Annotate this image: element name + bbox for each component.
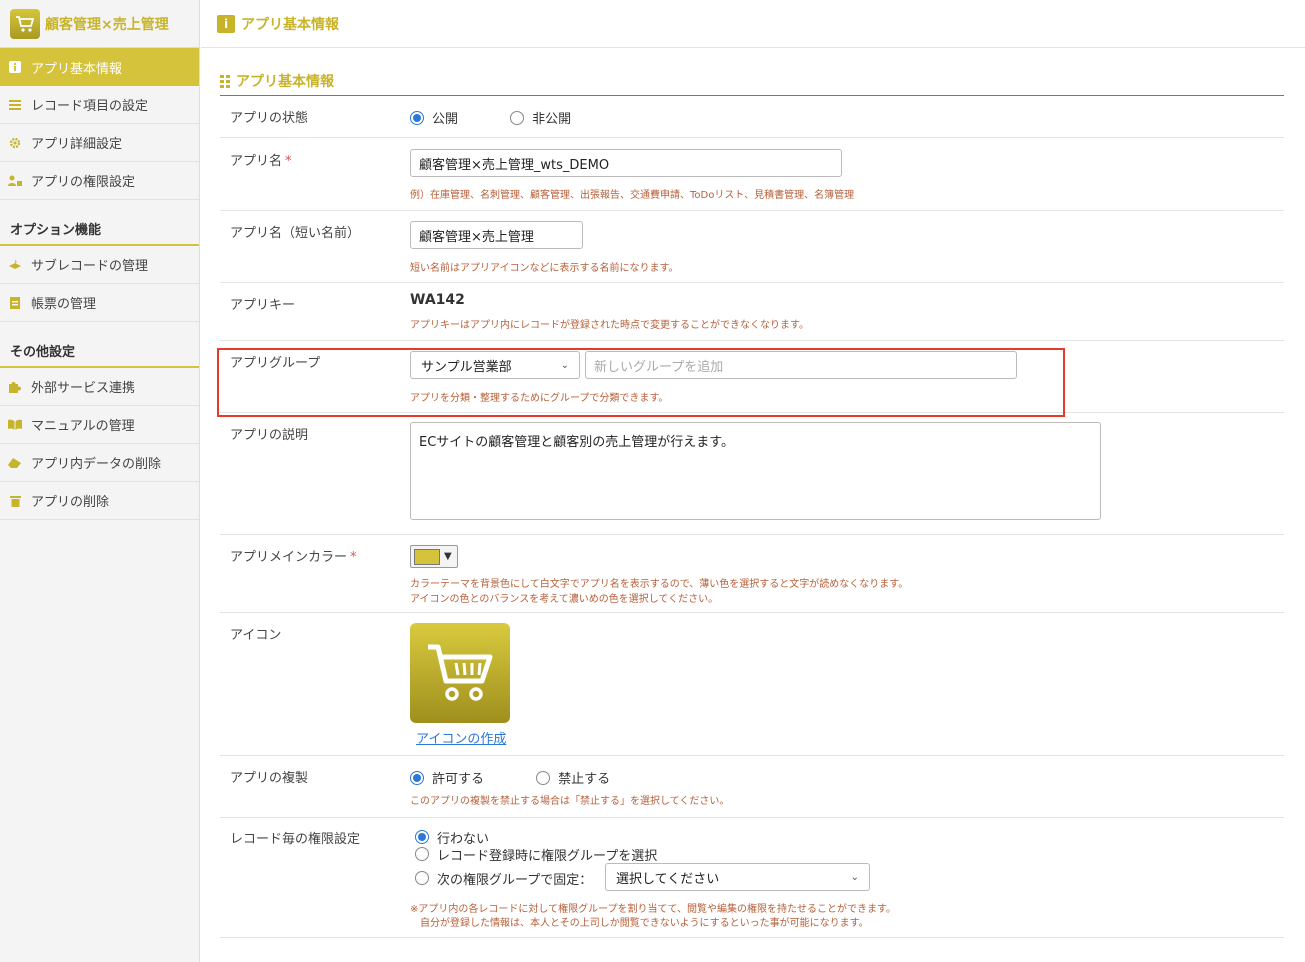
status-public-radio[interactable]: 公開 [410,108,458,127]
perm-hint-1: ※アプリ内の各レコードに対して権限グループを割り当てて、閲覧や編集の権限を持たせ… [410,904,896,915]
section-title: アプリ基本情報 [220,72,1284,96]
row-app-copy: アプリの複製 許可する 禁止する このアプリの複製を禁止する場合は「禁止する」を… [220,756,1284,818]
sidebar: 顧客管理×売上管理 アプリ基本情報 レコード項目の設定 アプリ詳細設定 アプリの… [0,0,200,962]
sidebar-item-label: サブレコードの管理 [31,259,149,274]
row-icon: アイコン アイコンの作成 [220,613,1284,756]
sidebar-item-label: 帳票の管理 [31,297,97,312]
status-private-radio[interactable]: 非公開 [510,108,571,127]
perm-select-on-register-radio[interactable]: レコード登録時に権限グループを選択 [415,846,657,864]
document-icon [8,296,22,310]
app-key-hint: アプリキーはアプリ内にレコードが登録された時点で変更することができなくなります。 [410,320,809,331]
sidebar-item-forms[interactable]: 帳票の管理 [0,284,199,322]
layers-icon [8,258,22,272]
app-title: 顧客管理×売上管理 [45,16,169,33]
user-lock-icon [8,174,22,188]
shopping-cart-icon [10,8,40,39]
sidebar-item-permissions[interactable]: アプリの権限設定 [0,162,199,200]
grip-icon [220,74,230,88]
field-label: アプリ名（短い名前） [230,226,361,241]
copy-hint: このアプリの複製を禁止する場合は「禁止する」を選択してください。 [410,796,730,807]
info-icon: i [217,14,235,33]
field-label: アプリの説明 [230,428,309,443]
field-label: アプリキー [230,298,296,313]
list-icon [8,98,22,112]
row-description: アプリの説明 ECサイトの顧客管理と顧客別の売上管理が行えます。 [220,413,1284,535]
field-label: アプリ名 * [230,154,292,169]
sidebar-item-label: 外部サービス連携 [31,381,136,396]
sidebar-item-label: アプリ詳細設定 [31,137,123,152]
options-section-title: オプション機能 [0,212,199,246]
puzzle-icon [8,380,22,394]
perm-none-radio[interactable]: 行わない [415,829,657,847]
sidebar-item-label: アプリの権限設定 [31,175,136,190]
copy-deny-radio[interactable]: 禁止する [536,768,610,787]
sidebar-item-subrecords[interactable]: サブレコードの管理 [0,246,199,284]
description-textarea[interactable]: ECサイトの顧客管理と顧客別の売上管理が行えます。 [410,422,1101,520]
shopping-cart-icon [428,644,493,701]
copy-allow-radio[interactable]: 許可する [410,768,484,787]
row-app-name: アプリ名 * 顧客管理×売上管理_wts_DEMO 例）在庫管理、名刺管理、顧客管… [220,138,1284,211]
eraser-icon [8,456,22,470]
app-header[interactable]: 顧客管理×売上管理 [0,0,199,48]
page-title: アプリ基本情報 [241,16,339,33]
sidebar-item-label: レコード項目の設定 [31,99,149,114]
color-hint-2: アイコンの色とのバランスを考えて濃いめの色を選択してください。 [410,594,719,605]
page-header: i アプリ基本情報 [201,0,1305,48]
sidebar-item-manuals[interactable]: マニュアルの管理 [0,406,199,444]
app-key-value: WA142 [410,292,465,308]
trash-icon [8,494,22,508]
sidebar-item-basic-info[interactable]: アプリ基本情報 [0,48,199,86]
field-label: アイコン [230,628,282,643]
sidebar-item-record-fields[interactable]: レコード項目の設定 [0,86,199,124]
color-swatch [414,548,440,565]
sidebar-item-label: アプリ基本情報 [31,61,123,77]
field-label: レコード毎の権限設定 [230,832,361,847]
app-name-hint: 例）在庫管理、名刺管理、顧客管理、出張報告、交通費申請、ToDoリスト、見積書管… [410,190,855,201]
perm-hint-2: 自分が登録した情報は、本人とその上司しか閲覧できないようにするといった事が可能に… [420,918,869,929]
other-section-title: その他設定 [0,334,199,368]
field-label: アプリの状態 [230,111,309,126]
create-icon-link[interactable]: アイコンの作成 [416,728,506,747]
section-title-text: アプリ基本情報 [236,73,334,90]
row-short-name: アプリ名（短い名前） 顧客管理×売上管理 短い名前はアプリアイコンなどに表示する… [220,211,1284,283]
perm-group-select[interactable]: 選択してください ⌄ [605,863,870,891]
row-app-key: アプリキー WA142 アプリキーはアプリ内にレコードが登録された時点で変更する… [220,283,1284,341]
short-name-hint: 短い名前はアプリアイコンなどに表示する名前になります。 [410,263,679,274]
sidebar-item-external-services[interactable]: 外部サービス連携 [0,368,199,406]
sidebar-item-delete-data[interactable]: アプリ内データの削除 [0,444,199,482]
sidebar-item-label: アプリ内データの削除 [31,457,162,472]
gear-icon [8,136,22,150]
short-name-input[interactable]: 顧客管理×売上管理 [410,221,583,249]
sidebar-item-delete-app[interactable]: アプリの削除 [0,482,199,520]
field-label: アプリメインカラー * [230,550,357,565]
row-app-status: アプリの状態 公開 非公開 [220,96,1284,138]
field-label: アプリの複製 [230,771,309,786]
row-main-color: アプリメインカラー * ▼ カラーテーマを背景色にして白文字でアプリ名を表示するの… [220,535,1284,613]
row-record-permission: レコード毎の権限設定 行わない レコード登録時に権限グループを選択 次の権限グル… [220,818,1284,938]
highlight-box [217,348,1065,417]
book-icon [8,418,22,432]
chevron-down-icon: ⌄ [850,871,859,883]
info-icon [8,60,22,74]
color-picker[interactable]: ▼ [410,545,458,568]
sidebar-item-label: マニュアルの管理 [31,419,135,434]
sidebar-item-label: アプリの削除 [31,495,110,510]
app-icon-preview[interactable] [410,623,510,723]
color-hint-1: カラーテーマを背景色にして白文字でアプリ名を表示するので、薄い色を選択すると文字… [410,579,909,590]
caret-down-icon: ▼ [444,551,452,562]
sidebar-item-detail-settings[interactable]: アプリ詳細設定 [0,124,199,162]
main-form: アプリ基本情報 アプリの状態 公開 非公開 アプリ名 * 顧客管理×売上管理_wt… [217,72,1284,938]
app-name-input[interactable]: 顧客管理×売上管理_wts_DEMO [410,149,842,177]
